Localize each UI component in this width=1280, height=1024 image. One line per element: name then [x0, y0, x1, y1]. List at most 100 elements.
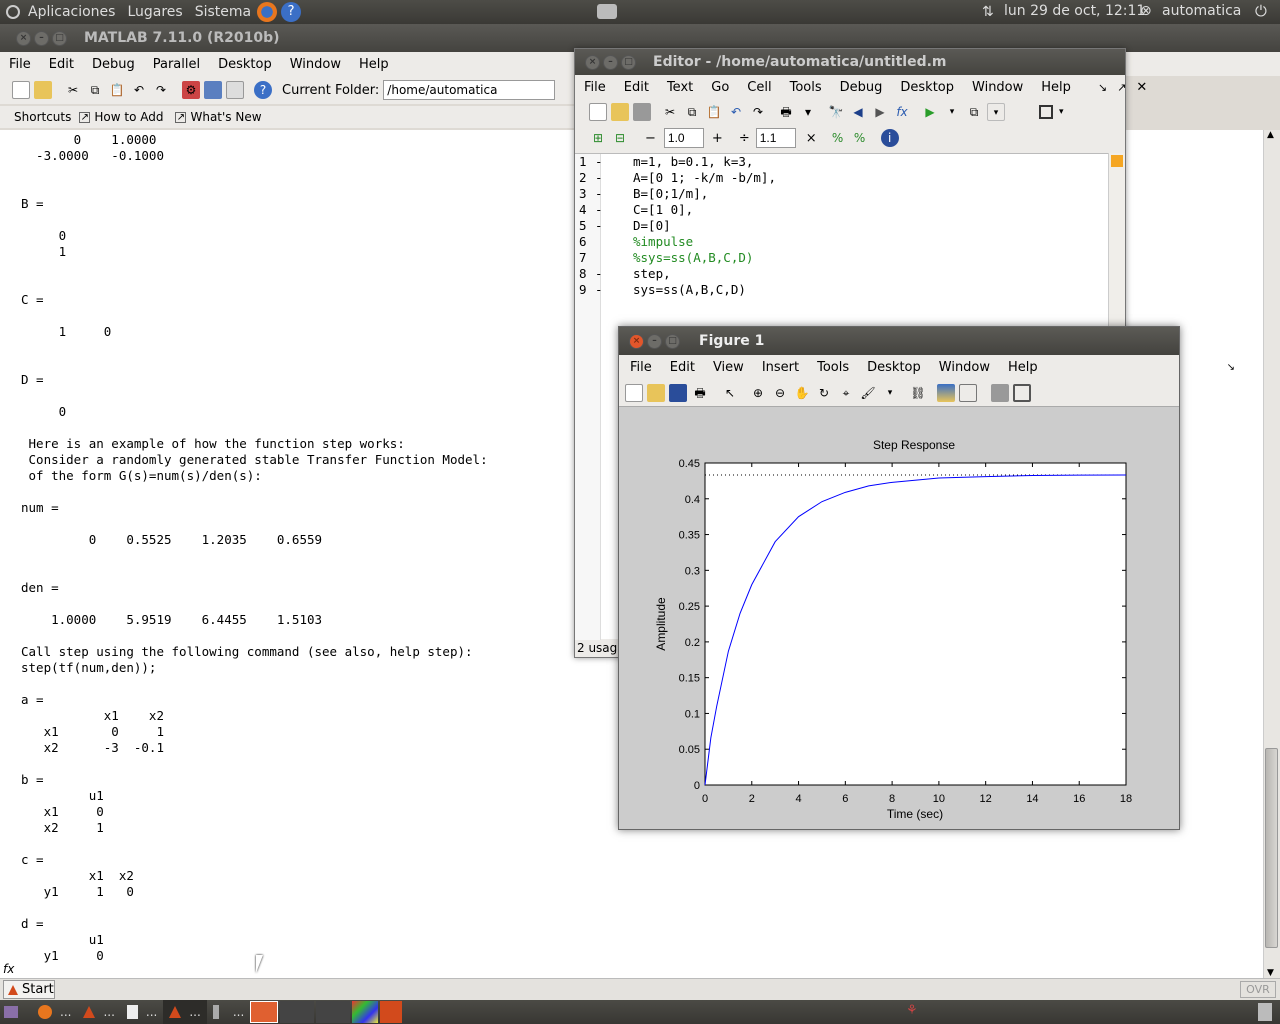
run-dropdown-icon[interactable]: ▾	[943, 103, 961, 121]
taskbar-item-matlab2[interactable]: ...	[163, 1000, 207, 1024]
menu-debug[interactable]: Debug	[83, 57, 144, 72]
close-icon[interactable]: ×	[16, 30, 31, 46]
breakpoint-marker[interactable]: -	[593, 202, 633, 218]
ubuntu-logo-icon[interactable]	[6, 5, 20, 19]
menu-parallel[interactable]: Parallel	[144, 57, 209, 72]
start-button[interactable]: Start	[3, 980, 55, 999]
undo-icon[interactable]: ↶	[130, 81, 148, 99]
legend-icon[interactable]	[959, 383, 977, 402]
code-text[interactable]: %sys=ss(A,B,C,D)	[633, 250, 753, 266]
figure-menu-insert[interactable]: Insert	[753, 360, 808, 375]
minimize-icon[interactable]: –	[647, 333, 662, 349]
code-line[interactable]: 8- step,	[575, 266, 776, 282]
menu-sistema[interactable]: Sistema	[195, 4, 251, 20]
redo-icon[interactable]: ↷	[749, 103, 767, 121]
user-name[interactable]: automatica	[1162, 3, 1241, 19]
code-text[interactable]: D=[0]	[633, 218, 671, 234]
user-status-icon[interactable]: ⊗	[1140, 3, 1152, 19]
show-desktop-icon[interactable]	[4, 1006, 18, 1018]
eval-cell-advance-icon[interactable]: %	[851, 129, 869, 147]
menu-desktop[interactable]: Desktop	[209, 57, 281, 72]
code-text[interactable]: sys=ss(A,B,C,D)	[633, 282, 746, 298]
code-line[interactable]: 3- B=[0;1/m],	[575, 186, 776, 202]
taskbar-item-editor[interactable]: ...	[121, 1000, 163, 1024]
undo-icon[interactable]: ↶	[727, 103, 745, 121]
close-icon[interactable]: ×	[585, 54, 600, 70]
insert-cell-icon[interactable]: ⊞	[589, 129, 607, 147]
breakpoint-marker[interactable]: -	[593, 218, 633, 234]
figure-menu-view[interactable]: View	[704, 360, 753, 375]
maximize-icon[interactable]: □	[621, 54, 636, 70]
simulink-icon[interactable]: ⚙	[182, 81, 200, 99]
taskbar-item-matlab[interactable]: ...	[77, 1000, 120, 1024]
function-icon[interactable]: fx	[893, 103, 911, 121]
code-line[interactable]: 4- C=[1 0],	[575, 202, 776, 218]
datetime[interactable]: lun 29 de oct, 12:11	[1004, 3, 1145, 19]
close-icon[interactable]: ×	[629, 333, 644, 349]
zoom-in-icon[interactable]: ⊕	[749, 384, 767, 402]
breakpoint-marker[interactable]: -	[593, 266, 633, 282]
maximize-icon[interactable]: □	[665, 333, 680, 349]
figure-menu-tools[interactable]: Tools	[808, 360, 858, 375]
workspace-3-icon[interactable]	[316, 1001, 351, 1023]
cell-value-2[interactable]	[755, 128, 796, 148]
editor-menu-file[interactable]: File	[575, 80, 615, 95]
find-icon[interactable]: 🔭	[827, 103, 845, 121]
figure-menu-help[interactable]: Help	[999, 360, 1047, 375]
breakpoint-marker[interactable]	[593, 234, 633, 250]
editor-menu-window[interactable]: Window	[963, 80, 1032, 95]
new-file-icon[interactable]	[589, 103, 607, 121]
editor-menu-tools[interactable]: Tools	[781, 80, 831, 95]
colorbar-icon[interactable]	[937, 383, 955, 402]
code-line[interactable]: 7 %sys=ss(A,B,C,D)	[575, 250, 776, 266]
code-text[interactable]: C=[1 0],	[633, 202, 693, 218]
scroll-up-icon[interactable]: ▲	[1267, 130, 1274, 140]
breakpoint-marker[interactable]: -	[593, 186, 633, 202]
tray-icon[interactable]: ⚘	[906, 1003, 918, 1018]
info-icon[interactable]: i	[880, 129, 899, 147]
back-arrow-icon[interactable]: ◀	[849, 103, 867, 121]
hide-plot-tools-icon[interactable]	[991, 383, 1009, 402]
minimize-icon[interactable]: –	[603, 54, 618, 70]
paste-icon[interactable]: 📋	[108, 81, 126, 99]
cell-value-1[interactable]	[663, 128, 704, 148]
figure-menu-edit[interactable]: Edit	[661, 360, 704, 375]
help-icon[interactable]: ?	[281, 2, 302, 22]
taskbar-item-firefox[interactable]: ...	[32, 1000, 77, 1024]
open-folder-icon[interactable]	[647, 383, 665, 402]
link-plot-icon[interactable]: ⛓	[909, 384, 927, 402]
editor-menu-help[interactable]: Help	[1032, 80, 1080, 95]
menu-aplicaciones[interactable]: Aplicaciones	[28, 4, 115, 20]
redo-icon[interactable]: ↷	[152, 81, 170, 99]
code-line[interactable]: 5- D=[0]	[575, 218, 776, 234]
code-text[interactable]: m=1, b=0.1, k=3,	[633, 154, 753, 170]
format-icon[interactable]: ▾	[799, 103, 817, 121]
code-line[interactable]: 9- sys=ss(A,B,C,D)	[575, 282, 776, 298]
how-to-add-link[interactable]: How to Add	[94, 110, 163, 124]
shortcuts-link[interactable]: Shortcuts	[14, 110, 71, 124]
code-line[interactable]: 1- m=1, b=0.1, k=3,	[575, 154, 776, 170]
menu-file[interactable]: File	[0, 57, 40, 72]
eval-cell-icon[interactable]: %	[829, 129, 847, 147]
editor-menu-go[interactable]: Go	[702, 80, 738, 95]
run-icon[interactable]: ▶	[921, 103, 939, 121]
cut-icon[interactable]: ✂	[661, 103, 679, 121]
scroll-thumb[interactable]	[1265, 748, 1278, 948]
workspace-2-icon[interactable]	[280, 1001, 315, 1023]
help-browser-icon[interactable]: ?	[254, 81, 272, 99]
show-plot-tools-icon[interactable]	[1013, 383, 1031, 402]
brush-icon[interactable]: 🖌	[859, 384, 877, 402]
forward-arrow-icon[interactable]: ▶	[871, 103, 889, 121]
editor-close-icon[interactable]: ✕	[1136, 80, 1147, 95]
current-folder-input[interactable]	[383, 80, 556, 100]
fx-icon[interactable]: fx	[3, 962, 14, 976]
workspace-1-icon[interactable]	[250, 1001, 279, 1023]
workspace-4-icon[interactable]	[352, 1001, 379, 1023]
code-line[interactable]: 2- A=[0 1; -k/m -b/m],	[575, 170, 776, 186]
paste-icon[interactable]: 📋	[705, 103, 723, 121]
menu-window[interactable]: Window	[281, 57, 350, 72]
breakpoint-marker[interactable]: -	[593, 170, 633, 186]
code-text[interactable]: %impulse	[633, 234, 693, 250]
code-text[interactable]: B=[0;1/m],	[633, 186, 708, 202]
screenshot-icon[interactable]	[597, 4, 617, 19]
